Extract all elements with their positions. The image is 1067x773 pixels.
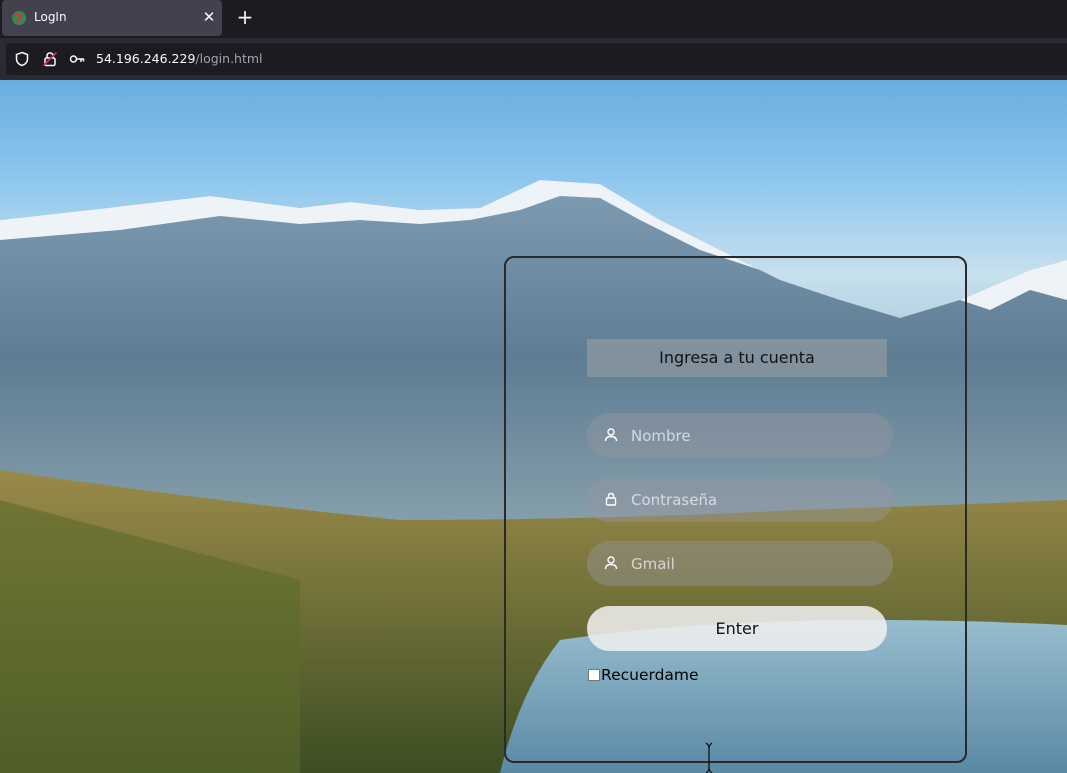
- lock-icon: [605, 492, 617, 506]
- remember-me[interactable]: Recuerdame: [588, 665, 699, 685]
- tab-login[interactable]: LogIn ✕: [2, 0, 222, 36]
- enter-button[interactable]: Enter: [587, 606, 887, 651]
- globe-favicon-icon: [12, 11, 26, 25]
- login-title: Ingresa a tu cuenta: [587, 339, 887, 377]
- url-host: 54.196.246.229: [96, 51, 196, 66]
- text-cursor-icon: [705, 742, 713, 773]
- password-field[interactable]: [587, 477, 893, 522]
- remember-checkbox[interactable]: [588, 669, 600, 681]
- key-icon[interactable]: [69, 51, 85, 67]
- shield-icon[interactable]: [14, 51, 30, 67]
- url-text[interactable]: 54.196.246.229/login.html: [96, 51, 263, 66]
- lock-insecure-icon[interactable]: [42, 51, 58, 67]
- email-field[interactable]: [587, 541, 893, 586]
- page-viewport: Ingresa a tu cuenta Enter: [0, 80, 1067, 773]
- close-icon[interactable]: ✕: [200, 8, 218, 26]
- navigation-bar: 54.196.246.229/login.html: [0, 38, 1067, 80]
- name-input[interactable]: [631, 413, 881, 458]
- password-input[interactable]: [631, 477, 881, 522]
- new-tab-icon[interactable]: +: [235, 7, 255, 27]
- remember-label: Recuerdame: [601, 666, 699, 684]
- url-path: /login.html: [195, 51, 263, 66]
- login-form: Ingresa a tu cuenta Enter: [504, 256, 967, 763]
- email-input[interactable]: [631, 541, 881, 586]
- address-bar[interactable]: 54.196.246.229/login.html: [6, 43, 1067, 75]
- tab-title: LogIn: [34, 10, 67, 24]
- name-field[interactable]: [587, 413, 893, 458]
- user-icon: [604, 428, 618, 442]
- user-icon: [604, 556, 618, 570]
- tab-strip: LogIn ✕ +: [0, 0, 1067, 38]
